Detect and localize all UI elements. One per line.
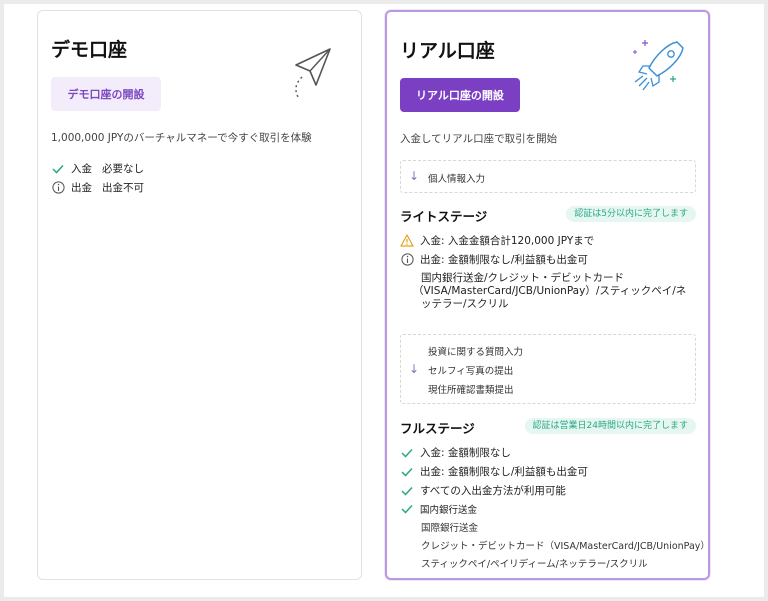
check-icon — [400, 446, 414, 460]
info-icon — [51, 181, 65, 195]
real-subtitle: 入金してリアル口座で取引を開始 — [400, 133, 558, 145]
demo-subtitle: 1,000,000 JPYのバーチャルマネーで今すぐ取引を体験 — [51, 132, 312, 144]
full-all-methods-text: すべての入出金方法が利用可能 — [420, 485, 566, 497]
demo-deposit-label: 入金 — [71, 163, 92, 175]
full-method-domestic: 国内銀行送金 — [420, 505, 478, 516]
lite-methods-line3: ッテラー/スクリル — [421, 298, 509, 310]
full-method-ewallets: スティックペイ/ペイリディーム/ネッテラー/スクリル — [421, 559, 648, 570]
real-account-card: リアル口座 リアル口座の開設 入金してリアル口座で取引を開始 ↓ 個人情報入力 … — [385, 10, 710, 580]
demo-card-title: デモ口座 — [51, 39, 128, 61]
demo-withdraw-value: 出金不可 — [102, 182, 144, 194]
demo-withdraw-label: 出金 — [71, 182, 92, 194]
lite-methods-line2: （VISA/MasterCard/JCB/UnionPay）/スティックペイ/ネ — [413, 285, 687, 297]
full-method-international: 国際銀行送金 — [421, 523, 479, 534]
check-icon — [400, 502, 414, 516]
step-selfie: セルフィ写真の提出 — [428, 366, 514, 377]
open-demo-account-button[interactable]: デモ口座の開設 — [51, 77, 161, 111]
lite-withdraw-text: 出金: 金額制限なし/利益額も出金可 — [420, 254, 588, 266]
full-withdraw-text: 出金: 金額制限なし/利益額も出金可 — [420, 466, 588, 478]
demo-withdraw-row: 出金 出金不可 — [51, 180, 144, 195]
demo-account-card: デモ口座 デモ口座の開設 1,000,000 JPYのバーチャルマネーで今すぐ取… — [37, 10, 362, 580]
lite-deposit-row: 入金: 入金金額合計120,000 JPYまで — [400, 233, 594, 248]
step-personal-info: 個人情報入力 — [428, 174, 486, 185]
full-method-card: クレジット・デビットカード（VISA/MasterCard/JCB/UnionP… — [421, 541, 710, 552]
full-deposit-text: 入金: 金額制限なし — [420, 447, 511, 459]
warning-icon — [400, 234, 414, 248]
check-icon — [400, 465, 414, 479]
real-card-title: リアル口座 — [400, 40, 495, 62]
lite-stage-title: ライトステージ — [400, 209, 488, 224]
arrow-down-icon: ↓ — [409, 169, 420, 183]
lite-methods-line1: 国内銀行送金/クレジット・デビットカード — [421, 272, 625, 284]
lite-stage-badge: 認証は5分以内に完了します — [566, 206, 696, 222]
step-personal-info-box: ↓ 個人情報入力 — [400, 160, 696, 193]
full-deposit-row: 入金: 金額制限なし — [400, 445, 511, 460]
lite-withdraw-row: 出金: 金額制限なし/利益額も出金可 — [400, 252, 588, 267]
check-icon — [51, 162, 65, 176]
step-verification-box: ↓ 投資に関する質問入力 セルフィ写真の提出 現住所確認書類提出 — [400, 334, 696, 404]
demo-deposit-value: 必要なし — [102, 163, 144, 175]
full-stage-badge: 認証は営業日24時間以内に完了します — [524, 418, 696, 434]
step-investment-questions: 投資に関する質問入力 — [428, 347, 524, 358]
arrow-down-icon: ↓ — [409, 362, 420, 376]
lite-deposit-text: 入金: 入金金額合計120,000 JPYまで — [420, 235, 595, 247]
full-all-methods-row: すべての入出金方法が利用可能 — [400, 483, 566, 498]
full-withdraw-row: 出金: 金額制限なし/利益額も出金可 — [400, 464, 588, 479]
step-address-proof: 現住所確認書類提出 — [428, 385, 514, 396]
open-real-account-button[interactable]: リアル口座の開設 — [400, 78, 520, 112]
info-icon — [400, 253, 414, 267]
full-stage-title: フルステージ — [400, 421, 475, 436]
demo-deposit-row: 入金 必要なし — [51, 161, 144, 176]
check-icon — [400, 484, 414, 498]
paper-plane-icon — [290, 45, 334, 101]
full-method-row-1: 国内銀行送金 — [400, 502, 477, 516]
rocket-icon — [627, 32, 687, 100]
